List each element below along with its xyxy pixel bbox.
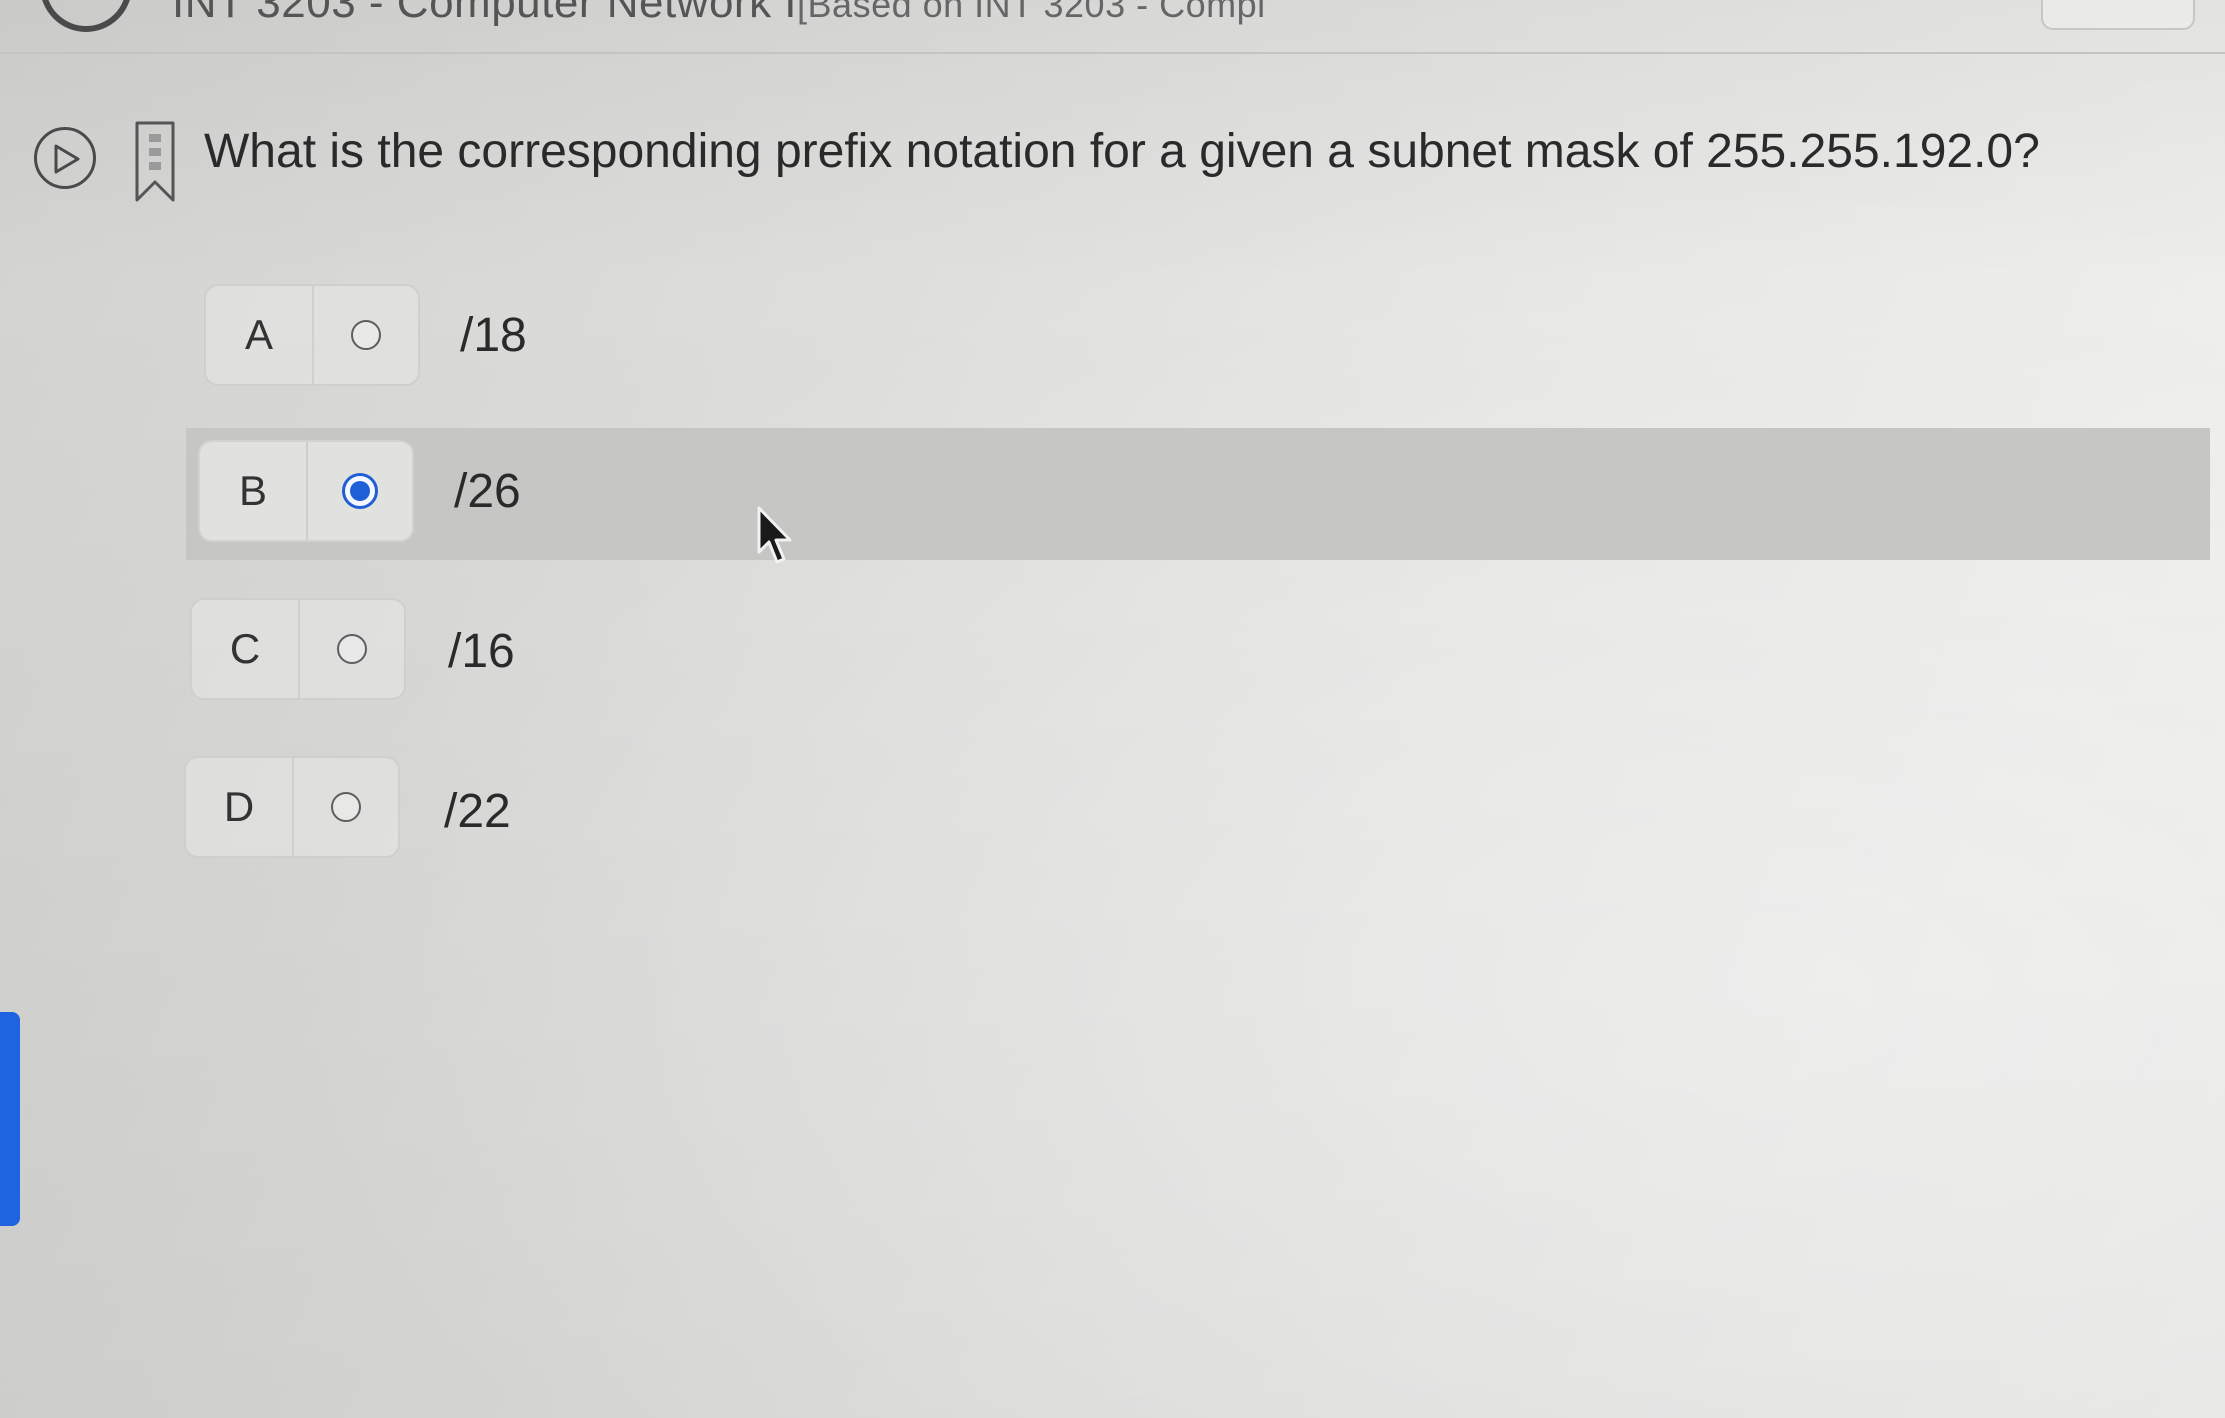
option-c-text: /16 xyxy=(448,625,515,678)
radio-unchecked-icon xyxy=(331,792,361,822)
radio-unchecked-icon xyxy=(337,634,367,664)
radio-checked-icon xyxy=(342,473,378,509)
option-a-radio[interactable] xyxy=(312,286,420,384)
option-a-row[interactable]: A /18 xyxy=(200,270,600,402)
option-b-row[interactable]: B /26 xyxy=(186,428,2210,560)
radio-unchecked-icon xyxy=(351,320,381,350)
option-c-radio[interactable] xyxy=(298,600,406,698)
option-c-letter: C xyxy=(192,600,300,698)
play-icon xyxy=(54,144,80,174)
top-header: INT 3203 - Computer Network I[Based on I… xyxy=(0,0,2225,54)
bookmark-button[interactable] xyxy=(133,120,177,204)
option-d-box[interactable]: D xyxy=(184,756,400,858)
side-tab-accent[interactable] xyxy=(0,1012,20,1226)
option-d-letter: D xyxy=(186,758,294,856)
option-a-box[interactable]: A xyxy=(204,284,420,386)
option-d-text: /22 xyxy=(444,785,511,838)
option-b-box[interactable]: B xyxy=(198,440,414,542)
option-d-row[interactable]: D /22 xyxy=(180,744,580,876)
header-button[interactable] xyxy=(2041,0,2195,30)
play-audio-button[interactable] xyxy=(34,127,96,189)
option-c-box[interactable]: C xyxy=(190,598,406,700)
option-c-row[interactable]: C /16 xyxy=(186,586,586,718)
option-b-letter: B xyxy=(200,442,308,540)
option-a-text: /18 xyxy=(460,309,527,362)
course-subtitle-text: [Based on INT 3203 - Compl xyxy=(797,0,1266,25)
option-d-radio[interactable] xyxy=(292,758,400,856)
course-title-text: INT 3203 - Computer Network I xyxy=(172,0,798,27)
bookmark-icon xyxy=(135,121,175,202)
option-b-radio[interactable] xyxy=(306,442,414,540)
option-a-letter: A xyxy=(206,286,314,384)
app-logo-icon xyxy=(40,0,132,32)
question-text: What is the corresponding prefix notatio… xyxy=(204,125,2040,178)
option-b-text: /26 xyxy=(454,465,521,518)
course-title: INT 3203 - Computer Network I[Based on I… xyxy=(172,0,1266,28)
